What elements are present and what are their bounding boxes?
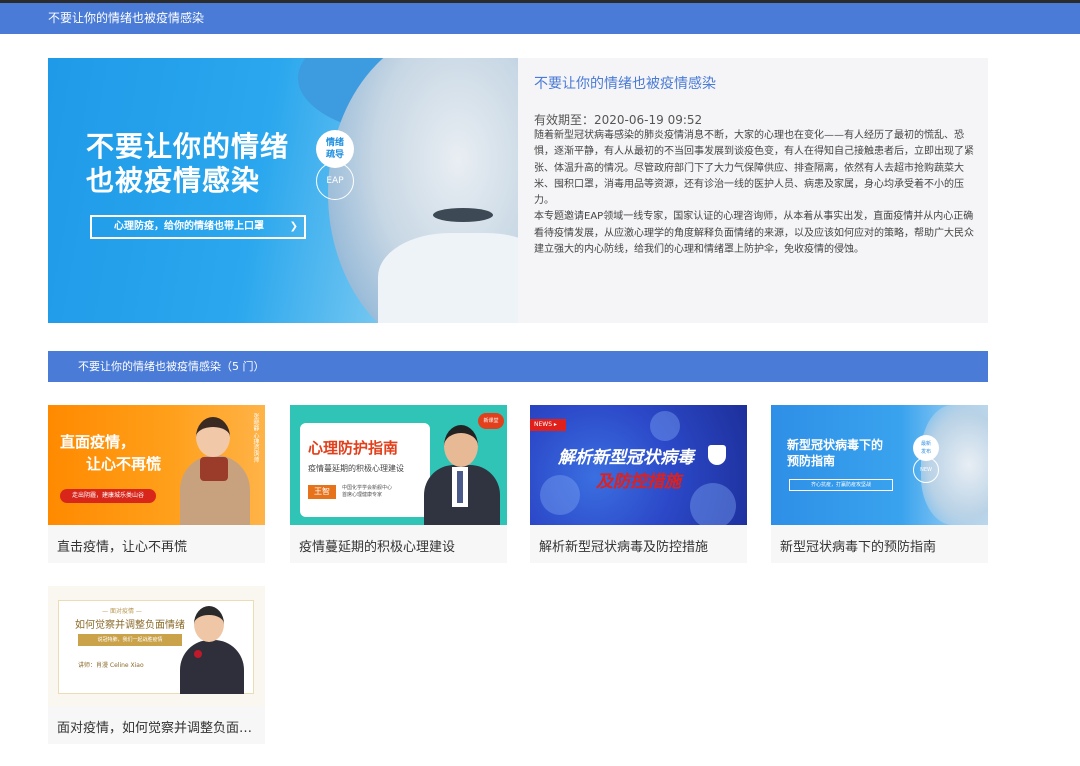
org-line1: 中国化学学会新舰中心 — [342, 485, 393, 491]
section-title: 不要让你的情绪也被疫情感染（5 门） — [78, 360, 265, 373]
thumb-side-text: 张晓静 心理咨询师 — [252, 413, 259, 463]
course-thumbnail[interactable]: 直面疫情， 让心不再慌 走出阴霾，建康城乐类山谷 张晓静 心理咨询师 — [48, 405, 265, 525]
thumb-line1: 新型冠状病毒下的 — [787, 438, 884, 452]
banner-headline-line2: 也被疫情感染 — [86, 164, 261, 197]
course-thumbnail[interactable]: 心理防护指南 疫情蔓延期的积极心理建设 王智 中国化学学会新舰中心 首席心理健康… — [290, 405, 507, 525]
speaker-scarf — [200, 457, 228, 481]
description-paragraph-1: 随着新型冠状病毒感染的肺炎疫情消息不断，大家的心理也在变化——有人经历了最初的慌… — [534, 130, 974, 207]
validity-value: 2020-06-19 09:52 — [594, 113, 703, 127]
virus-graphic — [690, 483, 736, 525]
course-title[interactable]: 直击疫情，让心不再慌 — [57, 536, 261, 555]
news-tag: NEWS ▸ — [530, 419, 566, 431]
new-badge: NEW — [913, 457, 939, 483]
course-card[interactable]: 直面疫情， 让心不再慌 走出阴霾，建康城乐类山谷 张晓静 心理咨询师 直击疫情，… — [48, 405, 265, 563]
validity: 有效期至：2020-06-19 09:52 — [534, 112, 974, 128]
speaker-portrait — [420, 425, 500, 525]
thumb-subtitle: 疫情蔓延期的积极心理建设 — [308, 464, 404, 473]
thumb-line2: 及防控措施 — [596, 472, 681, 492]
badge-line1: 最新 — [920, 441, 931, 447]
thumb-pill: 走出阴霾，建康城乐类山谷 — [60, 489, 156, 503]
thumb-title: 心理防护指南 — [308, 439, 399, 457]
microphone-icon — [194, 650, 202, 658]
course-title[interactable]: 面对疫情，如何觉察并调整负面情绪 — [57, 717, 261, 736]
banner-headline: 不要让你的情绪 也被疫情感染 — [86, 130, 289, 198]
thumb-title: 如何觉察并调整负面情绪 — [75, 620, 185, 631]
speaker-tie — [457, 471, 463, 503]
course-card[interactable]: 心理防护指南 疫情蔓延期的积极心理建设 王智 中国化学学会新舰中心 首席心理健康… — [290, 405, 507, 563]
eye-graphic — [433, 208, 493, 222]
chevron-right-icon: ❯ — [289, 221, 298, 232]
org-line2: 首席心理健康专家 — [342, 492, 383, 498]
speaker-head — [444, 425, 478, 467]
speaker-portrait — [168, 413, 258, 525]
speaker-name-tag: 王智 — [308, 485, 336, 499]
speaker-org: 中国化学学会新舰中心 首席心理健康专家 — [342, 485, 392, 499]
badge-line2: 疏导 — [325, 150, 344, 160]
thumb-line1: 直面疫情， — [60, 433, 136, 451]
thumb-line1: 解析新型冠状病毒 — [558, 448, 694, 468]
thumb-line2: 预防指南 — [787, 454, 836, 468]
featured-topic[interactable]: 不要让你的情绪 也被疫情感染 情绪 疏导 EAP 心理防疫，给你的情绪也带上口罩… — [48, 58, 988, 323]
course-thumbnail[interactable]: — 面对疫情 — 如何觉察并调整负面情绪 说冠特肺，我们一起战胜疫情 讲师：肖漫… — [48, 586, 265, 706]
eap-badge: EAP — [316, 162, 354, 200]
badge-line1: 情绪 — [325, 138, 344, 148]
course-title[interactable]: 解析新型冠状病毒及防控措施 — [539, 536, 743, 555]
course-section-header: 不要让你的情绪也被疫情感染（5 门） — [48, 351, 988, 382]
thumb-small-title: — 面对疫情 — — [102, 608, 142, 615]
course-title[interactable]: 疫情蔓延期的积极心理建设 — [299, 536, 503, 555]
course-thumbnail[interactable]: 新型冠状病毒下的 预防指南 最新 发布 NEW 齐心抗疫，打赢防疫攻坚战 — [771, 405, 988, 525]
featured-info: 不要让你的情绪也被疫情感染 有效期至：2020-06-19 09:52 随着新型… — [534, 74, 974, 258]
banner-slogan-text: 心理防疫，给你的情绪也带上口罩 — [114, 221, 264, 232]
page-header: 不要让你的情绪也被疫情感染 — [0, 3, 1080, 34]
thumb-headline: 新型冠状病毒下的 预防指南 — [787, 437, 883, 469]
description-paragraph-2: 本专题邀请EAP领域一线专家，国家认证的心理咨询师，从本着从事实出发，直面疫情并… — [534, 211, 974, 256]
badge-line2: 发布 — [920, 449, 931, 455]
thumb-slogan: 齐心抗疫，打赢防疫攻坚战 — [789, 479, 893, 491]
virus-graphic — [540, 475, 580, 515]
course-card[interactable]: NEWS ▸ 解析新型冠状病毒 及防控措施 解析新型冠状病毒及防控措施 — [530, 405, 747, 563]
virus-graphic — [650, 411, 680, 441]
course-card[interactable]: — 面对疫情 — 如何觉察并调整负面情绪 说冠特肺，我们一起战胜疫情 讲师：肖漫… — [48, 586, 265, 744]
thumb-pill: 说冠特肺，我们一起战胜疫情 — [78, 634, 182, 646]
featured-title[interactable]: 不要让你的情绪也被疫情感染 — [534, 74, 974, 94]
thumb-lecturer: 讲师：肖漫 Celine Xiao — [78, 662, 144, 669]
mask-graphic — [378, 233, 518, 323]
featured-banner-image[interactable]: 不要让你的情绪 也被疫情感染 情绪 疏导 EAP 心理防疫，给你的情绪也带上口罩… — [48, 58, 518, 323]
thumb-line2: 让心不再慌 — [86, 455, 162, 473]
shield-icon — [708, 445, 726, 465]
speaker-head — [194, 606, 224, 642]
course-card[interactable]: 新型冠状病毒下的 预防指南 最新 发布 NEW 齐心抗疫，打赢防疫攻坚战 新型冠… — [771, 405, 988, 563]
speaker-body — [180, 640, 244, 694]
course-thumbnail[interactable]: NEWS ▸ 解析新型冠状病毒 及防控措施 — [530, 405, 747, 525]
thumb-headline: 直面疫情， 让心不再慌 — [60, 431, 161, 475]
featured-description: 随着新型冠状病毒感染的肺炎疫情消息不断，大家的心理也在变化——有人经历了最初的慌… — [534, 128, 974, 258]
header-title: 不要让你的情绪也被疫情感染 — [48, 11, 205, 25]
banner-slogan: 心理防疫，给你的情绪也带上口罩 ❯ — [90, 215, 306, 239]
validity-label: 有效期至： — [534, 113, 595, 127]
banner-headline-line1: 不要让你的情绪 — [86, 130, 290, 163]
course-title[interactable]: 新型冠状病毒下的预防指南 — [780, 536, 984, 555]
speaker-head — [196, 417, 230, 457]
